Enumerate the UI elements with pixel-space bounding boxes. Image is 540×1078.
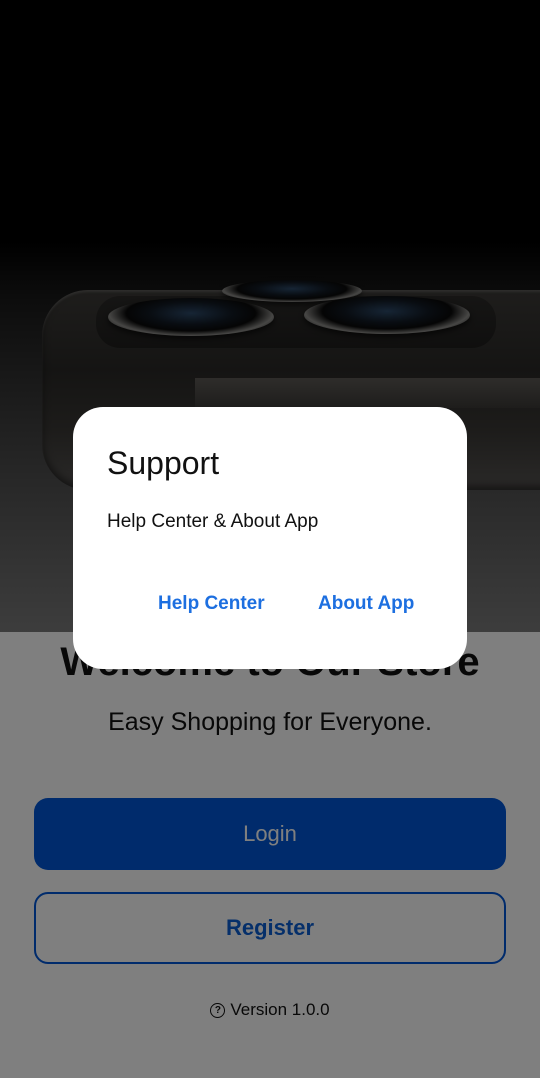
about-app-button[interactable]: About App bbox=[318, 593, 414, 615]
support-dialog: Support Help Center & About App Help Cen… bbox=[73, 407, 467, 669]
app-screen: Welcome to Our Store Easy Shopping for E… bbox=[0, 0, 540, 1078]
dialog-title: Support bbox=[107, 445, 220, 481]
dialog-message: Help Center & About App bbox=[107, 511, 319, 532]
help-center-button[interactable]: Help Center bbox=[158, 593, 265, 615]
